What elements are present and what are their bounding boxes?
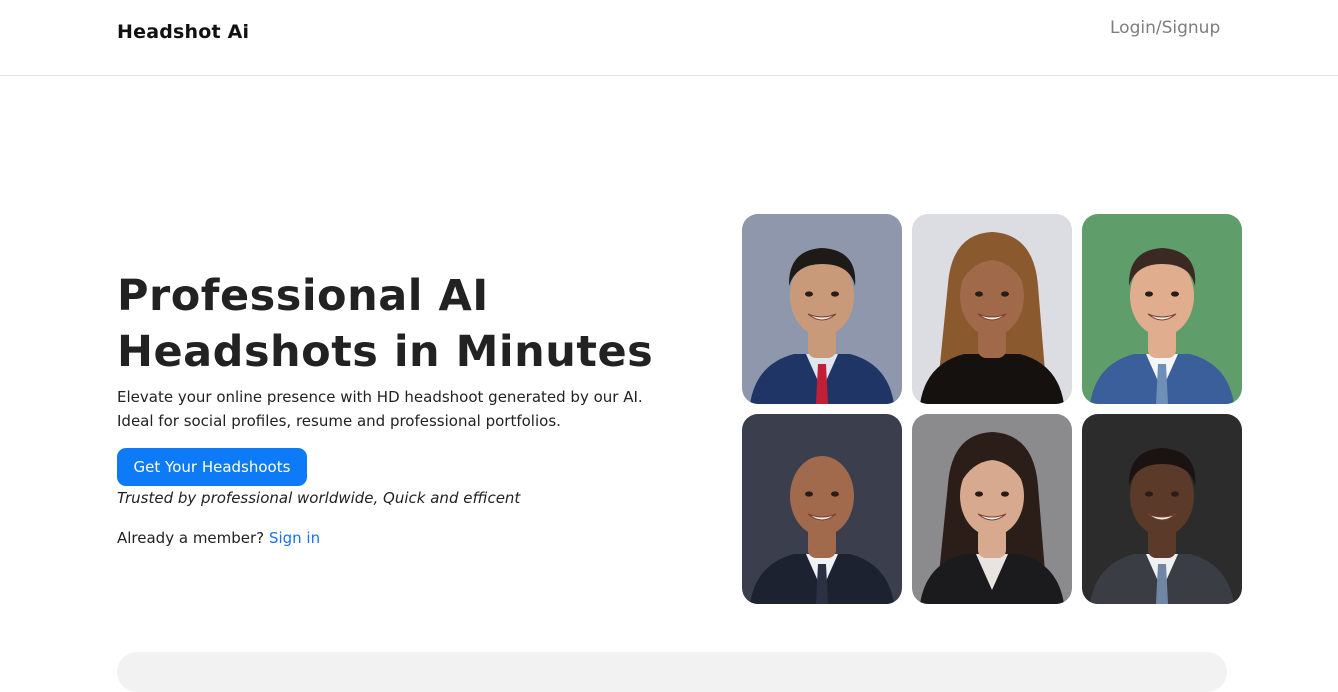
headshot-portrait-woman-dark-hair-blazer	[912, 414, 1072, 604]
hero-title-line-2: Headshots in Minutes	[117, 327, 654, 377]
sign-in-link[interactable]: Sign in	[269, 529, 320, 547]
headshot-portrait-man-grey-suit-dark-bg	[1082, 414, 1242, 604]
member-text: Already a member?	[117, 529, 265, 547]
hero-title-line-1: Professional AI	[117, 271, 489, 321]
headshot-portrait-woman-wavy-hair	[912, 214, 1072, 404]
trusted-tagline: Trusted by professional worldwide, Quick…	[117, 489, 521, 507]
headshot-photo	[742, 214, 902, 404]
headshot-photo	[912, 414, 1072, 604]
headshot-portrait-bald-man-dark-suit	[742, 414, 902, 604]
headshot-photo	[912, 214, 1072, 404]
headshot-portrait-man-blue-suit-green-bg	[1082, 214, 1242, 404]
headshot-photo	[1082, 414, 1242, 604]
member-prompt: Already a member? Sign in	[117, 529, 517, 547]
headshot-photo	[742, 414, 902, 604]
headshot-photo	[1082, 214, 1242, 404]
features-section-card	[117, 652, 1227, 692]
hero-subtitle: Elevate your online presence with HD hea…	[117, 388, 643, 430]
navbar: Headshot Ai Login/Signup	[0, 0, 1338, 76]
hero-title: Professional AI Headshots in Minutes	[117, 268, 677, 380]
get-headshots-button[interactable]: Get Your Headshoots	[117, 448, 307, 486]
login-signup-link[interactable]: Login/Signup	[1110, 18, 1220, 38]
headshot-portrait-man-navy-suit-red-tie	[742, 214, 902, 404]
brand-logo[interactable]: Headshot Ai	[117, 21, 249, 43]
